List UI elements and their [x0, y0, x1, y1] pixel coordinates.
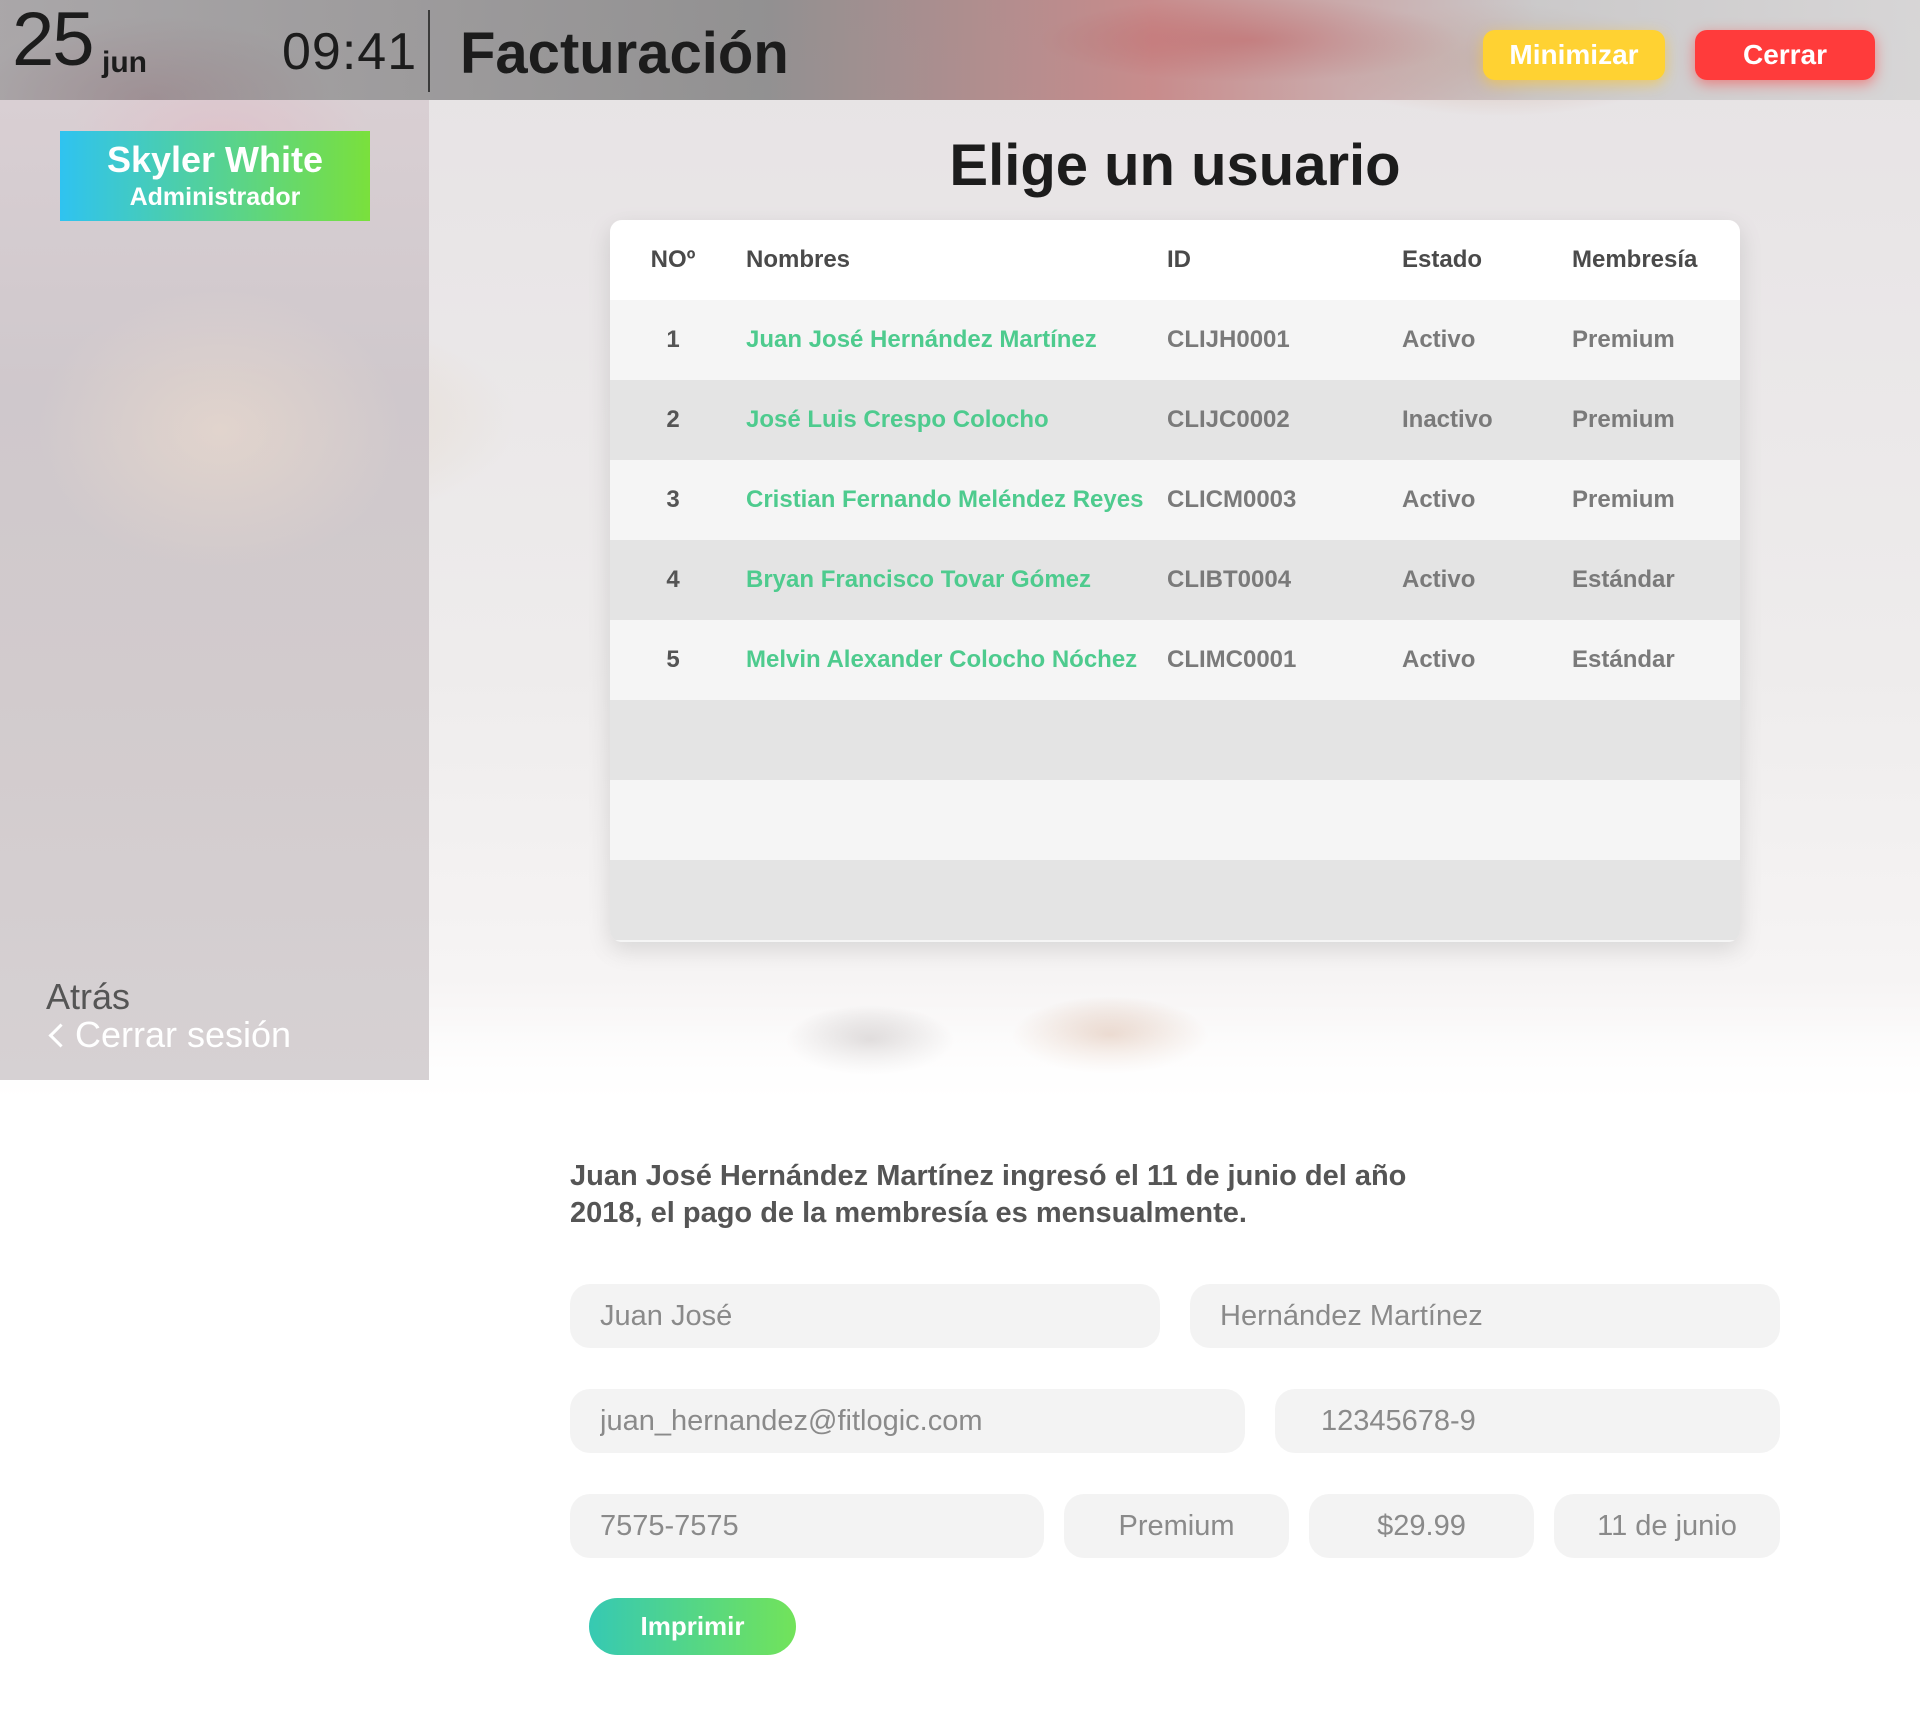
row-name[interactable]: José Luis Crespo Colocho: [746, 380, 1049, 460]
page-title: Elige un usuario: [949, 133, 1401, 198]
table-row-empty: [610, 860, 1740, 940]
table-row-empty: [610, 940, 1740, 942]
price-field[interactable]: [1309, 1494, 1534, 1558]
row-membership: Estándar: [1572, 566, 1675, 593]
row-id: CLICM0003: [1167, 486, 1297, 513]
row-name[interactable]: Bryan Francisco Tovar Gómez: [746, 540, 1091, 620]
table-row[interactable]: 1 Juan José Hernández Martínez CLIJH0001…: [610, 300, 1740, 380]
header-id[interactable]: ID: [1167, 220, 1191, 300]
row-number: 5: [666, 646, 680, 673]
user-role: Administrador: [129, 183, 301, 211]
first-name-field[interactable]: [570, 1284, 1160, 1348]
membership-field[interactable]: [1064, 1494, 1289, 1558]
row-state: Activo: [1402, 326, 1476, 353]
sidebar: [0, 100, 429, 1080]
close-button[interactable]: Cerrar: [1695, 30, 1875, 80]
table-row[interactable]: 4 Bryan Francisco Tovar Gómez CLIBT0004 …: [610, 540, 1740, 620]
row-membership: Estándar: [1572, 646, 1675, 673]
table-header: NOº Nombres ID Estado Membresía: [610, 220, 1740, 300]
print-button[interactable]: Imprimir: [589, 1598, 796, 1655]
row-name[interactable]: Juan José Hernández Martínez: [746, 300, 1097, 380]
document-field[interactable]: [1275, 1389, 1780, 1453]
table-row-empty: [610, 780, 1740, 860]
minimize-button[interactable]: Minimizar: [1483, 30, 1665, 80]
users-table: NOº Nombres ID Estado Membresía 1 Juan J…: [610, 220, 1740, 942]
row-state: Activo: [1402, 646, 1476, 673]
table-row-empty: [610, 700, 1740, 780]
header-membership[interactable]: Membresía: [1572, 220, 1697, 300]
row-membership: Premium: [1572, 326, 1675, 353]
user-card[interactable]: Skyler White Administrador: [60, 131, 370, 221]
phone-field[interactable]: [570, 1494, 1044, 1558]
date-month: jun: [102, 46, 147, 79]
row-number: 3: [666, 486, 680, 513]
row-id: CLIJH0001: [1167, 326, 1290, 353]
row-state: Activo: [1402, 486, 1476, 513]
last-name-field[interactable]: [1190, 1284, 1780, 1348]
email-field[interactable]: [570, 1389, 1245, 1453]
back-link[interactable]: Atrás: [46, 976, 130, 1018]
table-row[interactable]: 2 José Luis Crespo Colocho CLIJC0002 Ina…: [610, 380, 1740, 460]
header-names[interactable]: Nombres: [746, 220, 850, 300]
row-id: CLIMC0001: [1167, 646, 1297, 673]
clock: 09:41: [282, 23, 418, 81]
row-membership: Premium: [1572, 406, 1675, 433]
row-id: CLIJC0002: [1167, 406, 1290, 433]
logout-label: Cerrar sesión: [75, 1014, 292, 1055]
app-title: Facturación: [460, 21, 789, 86]
header-divider: [428, 10, 430, 92]
row-number: 2: [666, 406, 680, 433]
row-id: CLIBT0004: [1167, 566, 1292, 593]
date-day: 25: [12, 0, 95, 82]
row-state: Activo: [1402, 566, 1476, 593]
logout-link[interactable]: Cerrar sesión: [44, 1014, 291, 1056]
table-row[interactable]: 3 Cristian Fernando Meléndez Reyes CLICM…: [610, 460, 1740, 540]
user-name: Skyler White: [106, 139, 324, 180]
row-number: 1: [666, 326, 680, 353]
header-state[interactable]: Estado: [1402, 220, 1482, 300]
row-state: Inactivo: [1402, 406, 1493, 433]
row-number: 4: [666, 566, 680, 593]
row-name[interactable]: Melvin Alexander Colocho Nóchez: [746, 620, 1137, 700]
table-row[interactable]: 5 Melvin Alexander Colocho Nóchez CLIMC0…: [610, 620, 1740, 700]
member-summary: Juan José Hernández Martínez ingresó el …: [570, 1158, 1410, 1232]
header-no[interactable]: NOº: [650, 220, 696, 300]
date-field[interactable]: [1554, 1494, 1780, 1558]
summary-line-1: Juan José Hernández Martínez ingresó el …: [570, 1160, 1407, 1192]
chevron-left-icon: [48, 1022, 73, 1048]
row-name[interactable]: Cristian Fernando Meléndez Reyes: [746, 460, 1143, 540]
row-membership: Premium: [1572, 486, 1675, 513]
summary-line-2: 2018, el pago de la membresía es mensual…: [570, 1197, 1247, 1229]
